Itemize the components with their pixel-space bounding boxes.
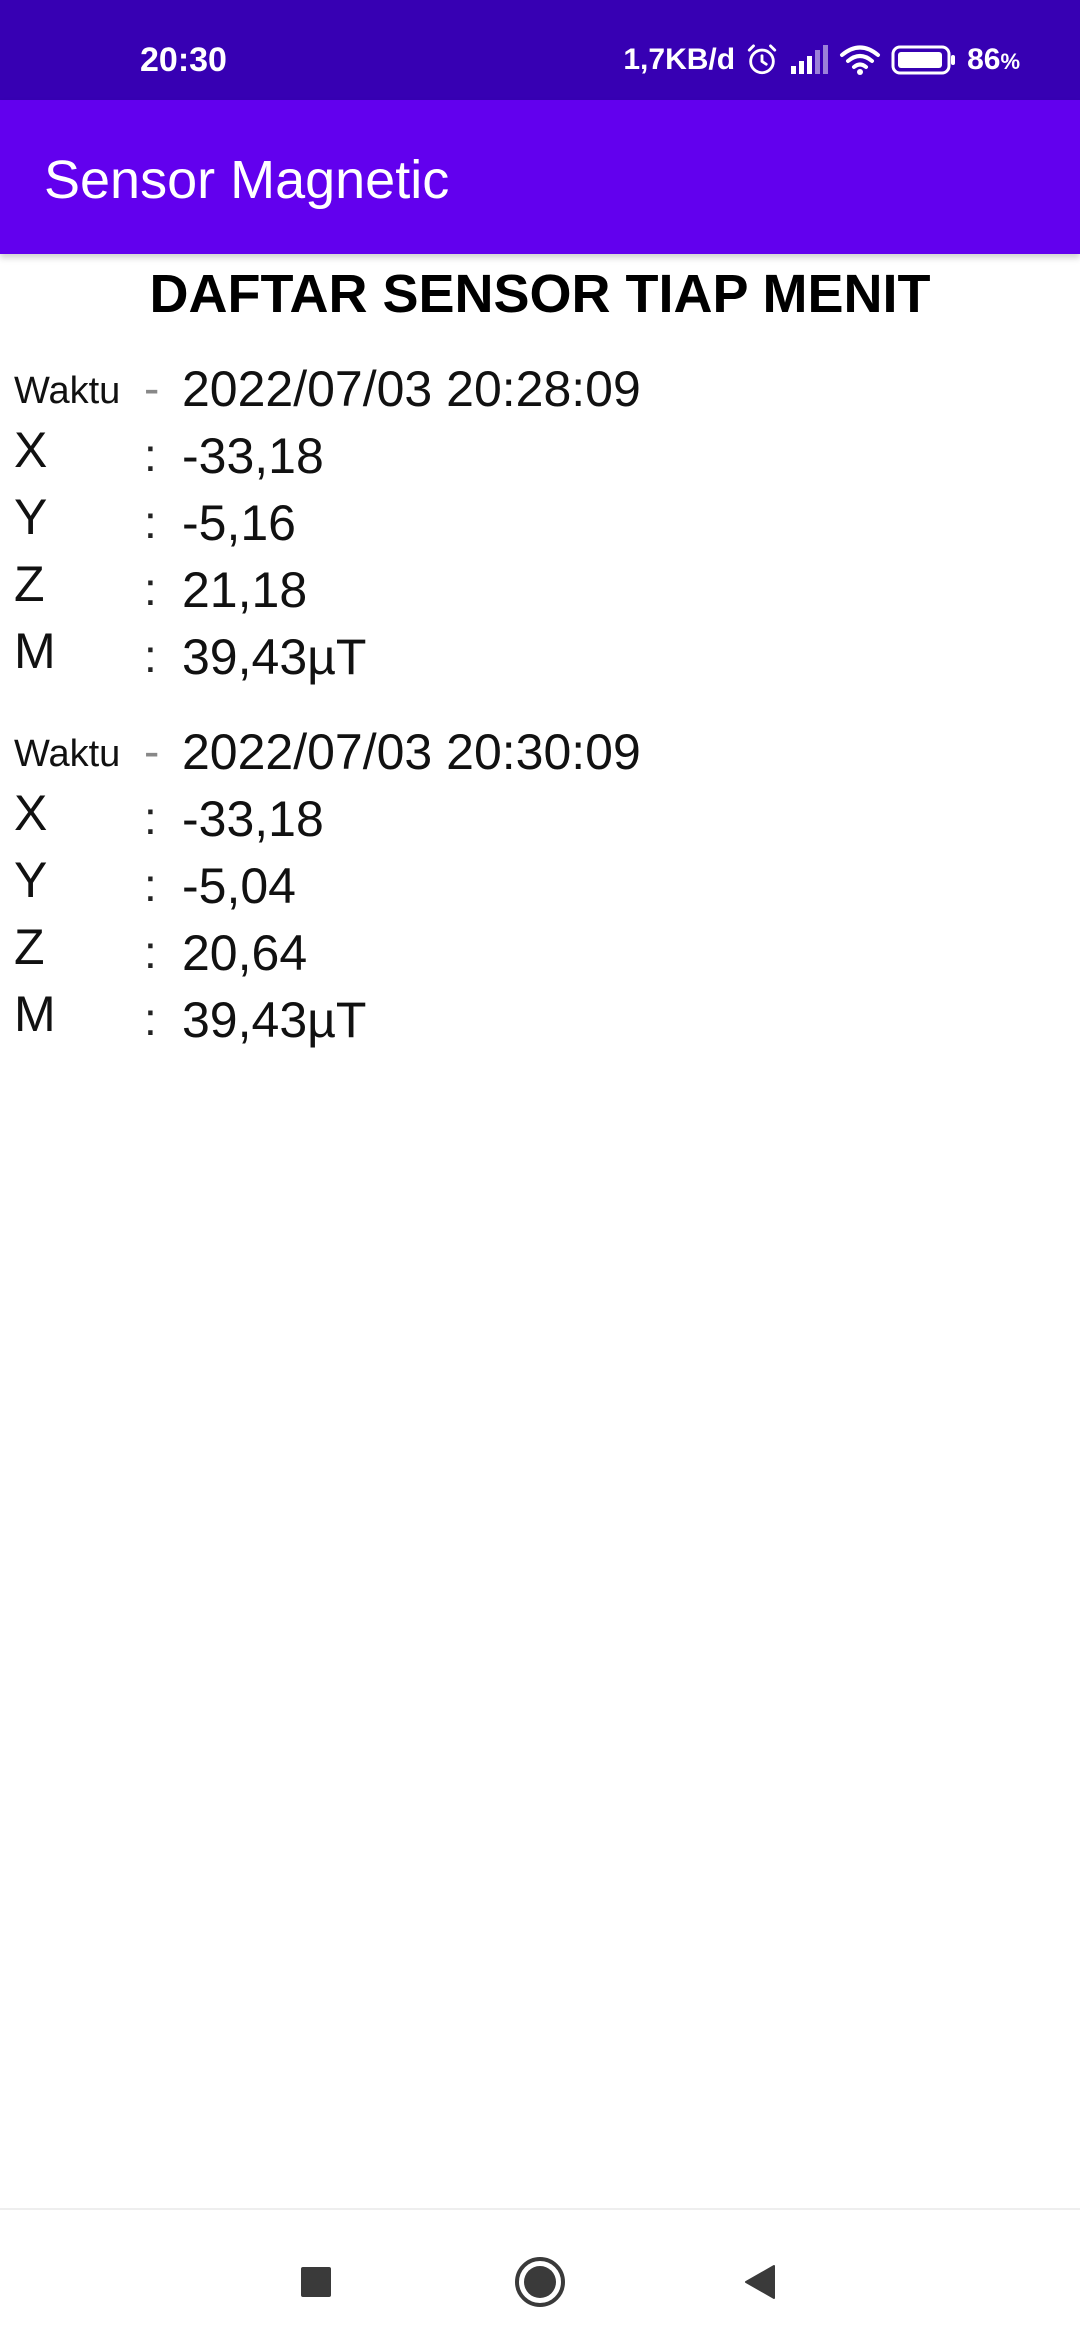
m-row: M : 39,43µT (0, 621, 1080, 688)
y-row: Y : -5,16 (0, 487, 1080, 554)
status-bar: 20:30 1,7KB/d 86% (0, 0, 1080, 100)
waktu-row: Waktu - 2022/07/03 20:28:09 (0, 353, 1080, 420)
m-label: M (14, 986, 56, 1042)
network-speed: 1,7KB/d (623, 43, 736, 76)
y-label: Y (14, 852, 48, 908)
z-separator: : (144, 926, 157, 978)
signal-icon (789, 44, 829, 76)
waktu-separator: - (144, 725, 160, 777)
y-value: -5,16 (182, 495, 296, 551)
m-separator: : (144, 630, 157, 682)
waktu-value: 2022/07/03 20:30:09 (182, 724, 641, 780)
app-title: Sensor Magnetic (44, 150, 450, 210)
m-separator: : (144, 993, 157, 1045)
back-button[interactable] (728, 2250, 792, 2314)
x-value: -33,18 (182, 791, 324, 847)
x-value: -33,18 (182, 428, 324, 484)
waktu-value: 2022/07/03 20:28:09 (182, 361, 641, 417)
z-value: 21,18 (182, 562, 308, 618)
battery-icon (891, 44, 957, 76)
z-label: Z (14, 556, 45, 612)
recents-button[interactable] (284, 2250, 348, 2314)
m-row: M : 39,43µT (0, 984, 1080, 1051)
x-label: X (14, 785, 48, 841)
recents-icon (301, 2267, 331, 2297)
waktu-row: Waktu - 2022/07/03 20:30:09 (0, 716, 1080, 783)
z-row: Z : 21,18 (0, 554, 1080, 621)
x-row: X : -33,18 (0, 783, 1080, 850)
x-label: X (14, 422, 48, 478)
y-value: -5,04 (182, 858, 296, 914)
back-icon (745, 2265, 775, 2299)
z-separator: : (144, 563, 157, 615)
y-label: Y (14, 489, 48, 545)
status-indicators: 1,7KB/d 86% (623, 38, 1020, 82)
y-row: Y : -5,04 (0, 850, 1080, 917)
waktu-separator: - (144, 362, 160, 414)
y-separator: : (144, 496, 157, 548)
home-icon (515, 2257, 565, 2307)
m-value: 39,43µT (182, 992, 367, 1048)
y-separator: : (144, 859, 157, 911)
x-separator: : (144, 792, 157, 844)
z-label: Z (14, 919, 45, 975)
waktu-label: Waktu (14, 370, 121, 412)
x-row: X : -33,18 (0, 420, 1080, 487)
m-value: 39,43µT (182, 629, 367, 685)
status-time: 20:30 (140, 41, 227, 79)
alarm-icon (745, 43, 779, 77)
battery-percent: 86% (967, 43, 1020, 76)
x-separator: : (144, 429, 157, 481)
screen: 20:30 1,7KB/d 86% Sensor Magnetic DAFTAR… (0, 0, 1080, 2340)
wifi-icon (839, 44, 881, 76)
home-button[interactable] (508, 2250, 572, 2314)
z-value: 20,64 (182, 925, 308, 981)
waktu-label: Waktu (14, 733, 121, 775)
navigation-bar (0, 2208, 1080, 2340)
sensor-record: Waktu - 2022/07/03 20:28:09 X : -33,18 Y… (0, 353, 1080, 688)
z-row: Z : 20,64 (0, 917, 1080, 984)
list-heading: DAFTAR SENSOR TIAP MENIT (149, 264, 931, 324)
app-bar: Sensor Magnetic (0, 100, 1080, 254)
sensor-record: Waktu - 2022/07/03 20:30:09 X : -33,18 Y… (0, 716, 1080, 1051)
m-label: M (14, 623, 56, 679)
